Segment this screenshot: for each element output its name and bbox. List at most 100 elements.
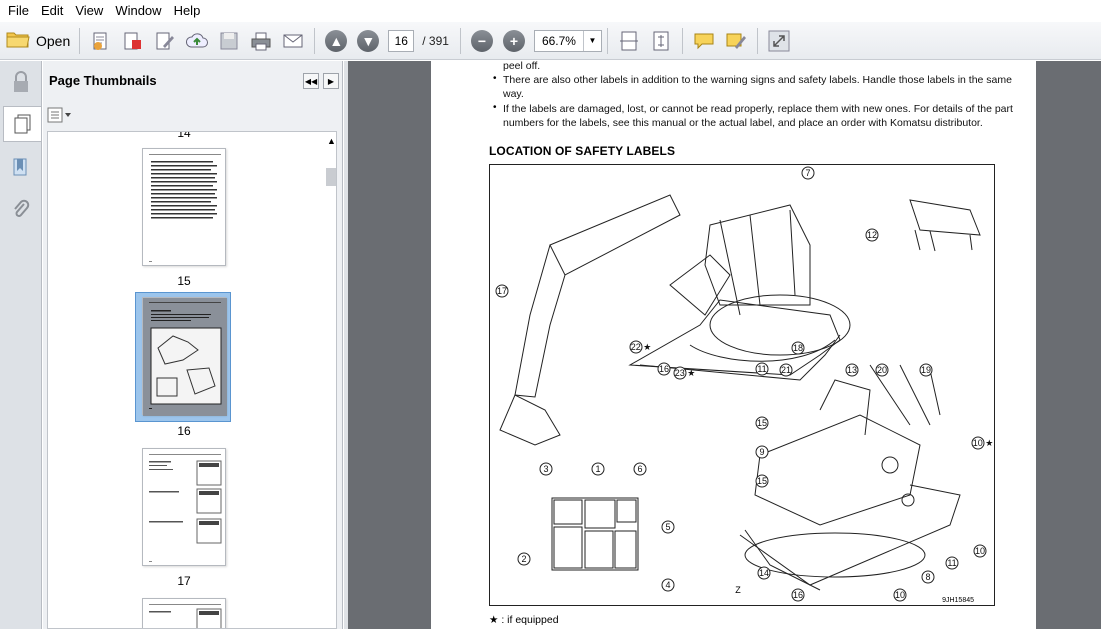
thumbnail-page-selected[interactable] [142,297,227,416]
callout-number: 18 [791,341,805,355]
scrollbar-thumb[interactable] [326,168,336,186]
separator [459,27,461,54]
zoom-value: 66.7% [541,33,576,48]
callout-number: 13 [845,363,859,377]
thumbnails-panel: Page Thumbnails ◀◀ ▶ 14 15 16 17 ▲ [43,61,343,629]
convert-pdf-icon[interactable] [118,26,148,56]
zoom-in-button[interactable]: + [499,26,529,56]
email-icon[interactable] [278,26,308,56]
previous-page-button[interactable]: ▲ [321,26,351,56]
zoom-select[interactable]: 66.7% ▼ [533,29,602,52]
svg-text:18: 18 [793,343,803,353]
svg-text:21: 21 [781,365,791,375]
separator [606,27,608,54]
figure-code: 9JH15845 [942,597,974,604]
save-icon[interactable] [214,26,244,56]
thumbnail-label: 16 [177,424,191,438]
document-view[interactable]: peel off. • There are also other labels … [344,61,1101,629]
thumbnail-page[interactable] [142,598,226,628]
svg-text:12: 12 [867,230,877,240]
callout-number: 14 [757,566,771,580]
separator [79,27,81,54]
callout-number: 11 [755,362,769,376]
svg-text:22 ★: 22 ★ [631,342,652,352]
attachment-icon[interactable] [6,195,36,225]
minus-icon: − [470,29,493,52]
bullet-icon: • [493,73,497,84]
collapse-panel-button[interactable]: ◀◀ [303,73,319,89]
svg-text:8: 8 [925,572,930,582]
open-button[interactable]: Open [6,29,70,52]
bullet-icon: • [493,102,497,113]
callout-number: 12 [865,228,879,242]
svg-text:17: 17 [497,286,507,296]
menu-view[interactable]: View [69,0,109,22]
callout-number: 15 [755,416,769,430]
scroll-up-icon[interactable]: ▲ [327,136,336,146]
expand-icon[interactable] [764,26,794,56]
expand-panel-button[interactable]: ▶ [323,73,339,89]
fit-page-icon[interactable] [646,26,676,56]
cloud-upload-icon[interactable] [182,26,212,56]
doc-line: There are also other labels in addition … [503,74,1012,86]
svg-text:15: 15 [757,476,767,486]
svg-text:15: 15 [757,418,767,428]
separator [756,27,758,54]
safety-labels-figure: 7 18 12 17 22 ★ 23 ★ 11 16 21 13 20 19 15 9 10 ★ 15 14 16… [489,164,995,606]
menu-help[interactable]: Help [168,0,207,22]
svg-text:14: 14 [759,568,769,578]
callout-number: 5 [661,520,675,534]
highlight-icon[interactable] [721,26,751,56]
page-number-input[interactable]: 16 [388,29,415,52]
thumbnail-list[interactable]: 14 15 16 17 ▲ [47,131,337,629]
callout-number: 17 [495,284,509,298]
callout-number: 10 ★ [971,436,994,450]
arrow-up-icon: ▲ [325,29,348,52]
zoom-out-button[interactable]: − [467,26,497,56]
callout-number: 21 [779,363,793,377]
edit-pdf-icon[interactable] [150,26,180,56]
create-pdf-icon[interactable] [86,26,116,56]
open-label: Open [36,32,71,49]
callout-number: 9 [755,445,769,459]
panel-splitter[interactable] [344,61,348,629]
doc-line: peel off. [503,61,541,72]
thumbnail-options-button[interactable] [47,107,75,123]
thumbnail-scrollbar[interactable]: ▲ [324,132,336,628]
footnote: ★ : if equipped [489,614,559,626]
callout-number: 2 [517,552,531,566]
page-thumbnails-icon[interactable] [3,106,41,142]
navigation-rail [0,61,42,629]
menu-edit[interactable]: Edit [35,0,69,22]
comment-icon[interactable] [689,26,719,56]
doc-line: numbers for the labels, see this manual … [503,117,983,129]
next-page-button[interactable]: ▼ [353,26,383,56]
svg-text:9: 9 [759,447,764,457]
chevron-down-icon[interactable]: ▼ [582,30,601,51]
menu-file[interactable]: File [2,0,35,22]
svg-text:16: 16 [793,590,803,600]
callout-number: 16 [791,588,805,602]
callout-number: 22 ★ [629,340,652,354]
doc-line: way. [503,88,524,100]
svg-text:2: 2 [521,554,526,564]
svg-text:10: 10 [975,546,985,556]
thumbnail-label: 17 [177,574,191,588]
svg-text:10: 10 [895,590,905,600]
bookmark-icon[interactable] [6,153,36,183]
callout-number: 15 [755,474,769,488]
callout-number: 7 [801,166,815,180]
callout-number: 1 [591,462,605,476]
thumbnail-page[interactable] [142,448,226,566]
callout-number: 4 [661,578,675,592]
thumbnail-page[interactable] [142,148,226,266]
svg-text:1: 1 [595,464,600,474]
print-icon[interactable] [246,26,276,56]
menu-window[interactable]: Window [109,0,167,22]
svg-text:10 ★: 10 ★ [973,438,994,448]
svg-text:11: 11 [947,558,956,568]
page-total: / 391 [422,33,449,48]
fit-width-icon[interactable] [614,26,644,56]
doc-line: If the labels are damaged, lost, or cann… [503,103,1013,115]
lock-icon[interactable] [6,67,36,97]
